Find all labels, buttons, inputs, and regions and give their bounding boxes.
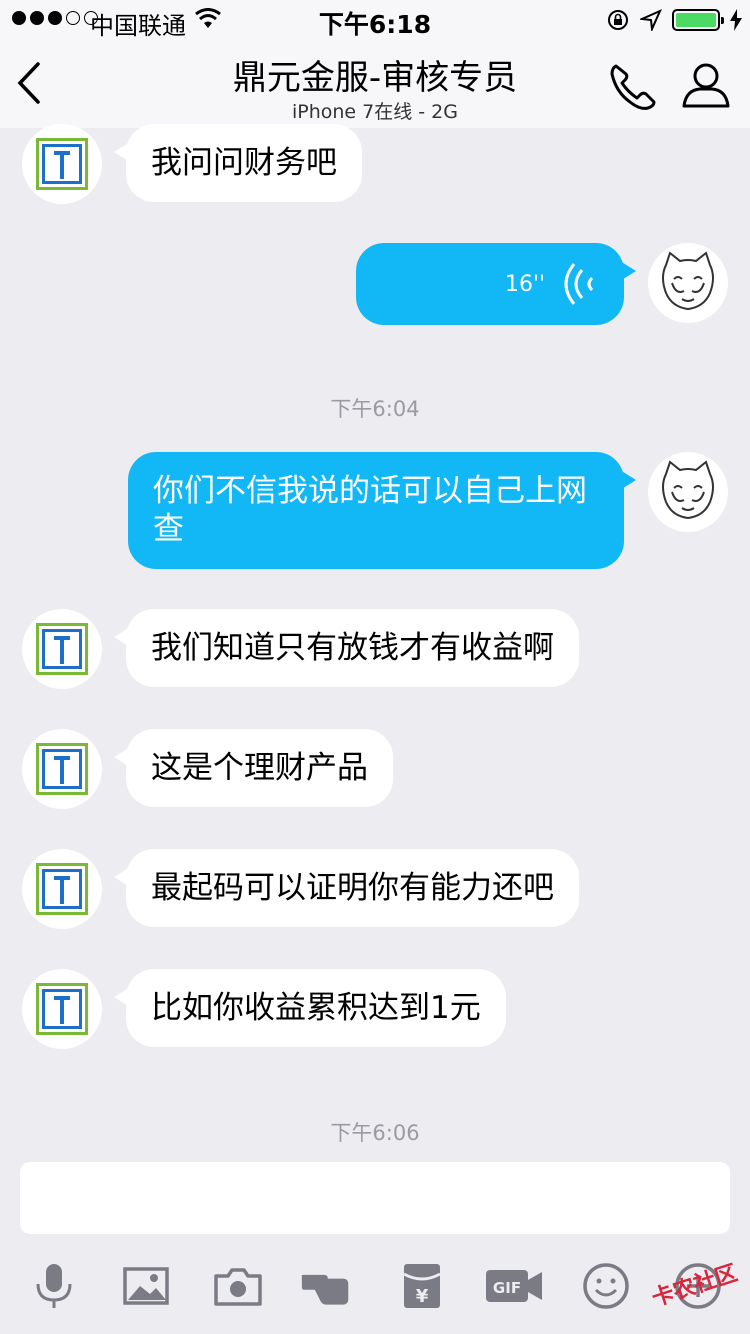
- my-avatar[interactable]: [648, 452, 728, 532]
- svg-text:¥: ¥: [416, 1286, 429, 1307]
- message-text: 我们知道只有放钱才有收益啊: [151, 630, 554, 666]
- message-bubble[interactable]: 我们知道只有放钱才有收益啊: [114, 609, 579, 687]
- message-text: 最起码可以证明你有能力还吧: [151, 870, 554, 906]
- sender-avatar[interactable]: [22, 969, 102, 1049]
- battery-icon: [672, 9, 724, 31]
- message-bubble[interactable]: 你们不信我说的话可以自己上网 查: [128, 452, 636, 569]
- input-toolbar: ¥ GIF: [0, 1250, 750, 1334]
- message-text: 比如你收益累积达到1元: [151, 990, 481, 1026]
- message-bubble[interactable]: 我问问财务吧: [114, 124, 362, 202]
- gif-icon[interactable]: GIF: [484, 1260, 544, 1312]
- message-bubble[interactable]: 比如你收益累积达到1元: [114, 969, 506, 1047]
- red-packet-icon[interactable]: ¥: [396, 1260, 448, 1312]
- location-icon: [640, 9, 662, 31]
- company-logo-icon: [36, 743, 88, 795]
- camera-icon[interactable]: [212, 1260, 264, 1312]
- company-logo-icon: [36, 138, 88, 190]
- message-text: 我问问财务吧: [151, 145, 337, 181]
- company-logo-icon: [36, 983, 88, 1035]
- user-icon[interactable]: [678, 58, 734, 114]
- message-text: 这是个理财产品: [151, 750, 368, 786]
- message-bubble[interactable]: 这是个理财产品: [114, 729, 393, 807]
- voice-wave-icon: [564, 263, 594, 305]
- avatar-illustration-icon: [662, 460, 714, 520]
- emoji-icon[interactable]: [580, 1260, 632, 1312]
- message-input[interactable]: [20, 1162, 730, 1234]
- status-bar: 中国联通 下午6:18: [0, 0, 750, 40]
- message-bubble[interactable]: 最起码可以证明你有能力还吧: [114, 849, 579, 927]
- svg-text:GIF: GIF: [493, 1279, 521, 1297]
- mic-icon[interactable]: [28, 1260, 80, 1312]
- phone-icon[interactable]: [606, 58, 662, 114]
- sender-avatar[interactable]: [22, 124, 102, 204]
- timestamp: 下午6:04: [330, 397, 420, 421]
- timestamp: 下午6:06: [330, 1121, 420, 1145]
- message-text-line1: 你们不信我说的话可以自己上网: [153, 473, 587, 509]
- avatar-illustration-icon: [662, 251, 714, 311]
- top-bar: 中国联通 下午6:18 鼎元金服-审核专员 iPhone 7在线 - 2G: [0, 0, 750, 128]
- charging-icon: [730, 9, 742, 31]
- company-logo-icon: [36, 863, 88, 915]
- sender-avatar[interactable]: [22, 729, 102, 809]
- my-avatar[interactable]: [648, 243, 728, 323]
- company-logo-icon: [36, 623, 88, 675]
- voice-duration: 16'': [505, 272, 546, 297]
- image-icon[interactable]: [120, 1260, 172, 1312]
- rotation-lock-icon: [608, 10, 628, 30]
- sender-avatar[interactable]: [22, 849, 102, 929]
- sender-avatar[interactable]: [22, 609, 102, 689]
- message-text-line2: 查: [153, 511, 184, 547]
- poke-icon[interactable]: [300, 1260, 352, 1312]
